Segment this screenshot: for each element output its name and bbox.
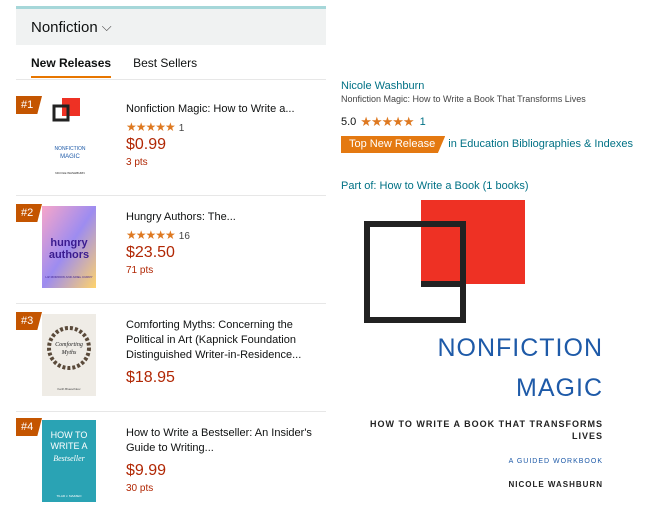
book-cover[interactable]: Comforting Myths Keith Blueschkov — [42, 314, 96, 396]
rank-badge: #1 — [16, 96, 42, 114]
item-price[interactable]: $23.50 — [126, 244, 321, 262]
cover-title-line1: NONFICTION — [437, 334, 603, 362]
item-points: 71 pts — [126, 265, 154, 276]
cover-line2: WRITE A — [50, 441, 87, 451]
cover-author: Keith Blueschkov — [57, 387, 81, 391]
book-detail-panel: Nicole Washburn Nonfiction Magic: How to… — [341, 0, 661, 514]
list-tabs: New Releases Best Sellers — [16, 52, 326, 80]
stars-icon: ★★★★★ — [360, 114, 414, 129]
cover-subtitle: HOW TO WRITE A BOOK THAT TRANSFORMS LIVE… — [370, 419, 603, 441]
top-new-release-badge: Top New Release — [341, 136, 446, 153]
tab-best-sellers[interactable]: Best Sellers — [133, 52, 197, 78]
cover-title-line2: MAGIC — [516, 374, 603, 402]
item-price[interactable]: $0.99 — [126, 136, 321, 154]
cover-workbook-label: A GUIDED WORKBOOK — [508, 458, 603, 465]
item-info: How to Write a Bestseller: An Insider's … — [126, 426, 321, 494]
rank-badge: #3 — [16, 312, 42, 330]
item-title[interactable]: Hungry Authors: The... — [126, 210, 321, 225]
book-cover[interactable]: hungry authors LIZ MORROW AND ARIEL CURR… — [42, 206, 96, 288]
item-info: Nonfiction Magic: How to Write a... ★★★★… — [126, 102, 321, 168]
item-info: Comforting Myths: Concerning the Politic… — [126, 318, 321, 387]
cover-line2: MAGIC — [60, 154, 80, 160]
book-cover[interactable]: HOW TO WRITE A Bestseller TILAR J. MAZZE… — [42, 420, 96, 502]
category-dropdown[interactable]: Nonfiction ⌵ — [16, 9, 326, 45]
top-new-release-row: Top New Release in Education Bibliograph… — [341, 134, 651, 155]
item-title[interactable]: Nonfiction Magic: How to Write a... — [126, 102, 321, 117]
list-item: #2 hungry authors LIZ MORROW AND ARIEL C… — [16, 196, 326, 304]
list-item: #3 Comforting Myths Keith Blueschkov Com… — [16, 304, 326, 412]
detail-subtitle: Nonfiction Magic: How to Write a Book Th… — [341, 94, 586, 104]
detail-rating[interactable]: 5.0 ★★★★★ 1 — [341, 114, 426, 130]
star-rating[interactable]: ★★★★★ 1 — [126, 120, 321, 134]
rank-badge: #4 — [16, 418, 42, 436]
cover-line1: HOW TO — [51, 430, 88, 440]
detail-author-link[interactable]: Nicole Washburn — [341, 80, 424, 92]
rating-count: 1 — [178, 123, 185, 134]
bestseller-list-panel: Nonfiction ⌵ New Releases Best Sellers #… — [16, 0, 326, 514]
series-link[interactable]: Part of: How to Write a Book (1 books) — [341, 180, 528, 192]
item-points: 3 pts — [126, 157, 148, 168]
detail-rating-value: 5.0 — [341, 116, 357, 128]
cover-author: NICOLE WASHBURN — [508, 480, 603, 489]
cover-author: LIZ MORROW AND ARIEL CURRY — [45, 275, 92, 279]
list-item: #4 HOW TO WRITE A Bestseller TILAR J. MA… — [16, 412, 326, 520]
tab-new-releases[interactable]: New Releases — [31, 52, 112, 78]
cover-author: NICOLE WASHBURN — [55, 171, 84, 175]
item-info: Hungry Authors: The... ★★★★★ 16 $23.50 71… — [126, 210, 321, 276]
cover-line3: Bestseller — [53, 454, 85, 463]
rank-badge: #2 — [16, 204, 42, 222]
category-label: Nonfiction — [31, 18, 98, 36]
detail-rating-count: 1 — [419, 116, 426, 128]
item-price[interactable]: $9.99 — [126, 462, 321, 480]
item-title[interactable]: Comforting Myths: Concerning the Politic… — [126, 318, 321, 363]
star-rating[interactable]: ★★★★★ 16 — [126, 228, 321, 242]
stars-icon: ★★★★★ — [126, 120, 176, 134]
list-item: #1 NONFICTION MAGIC NICOLE WASHBURN Nonf… — [16, 88, 326, 196]
large-book-cover[interactable]: NONFICTION MAGIC HOW TO WRITE A BOOK THA… — [363, 196, 603, 489]
cover-line2: authors — [49, 249, 89, 261]
book-cover[interactable]: NONFICTION MAGIC NICOLE WASHBURN — [42, 96, 96, 178]
cover-author: TILAR J. MAZZEO — [56, 494, 82, 498]
rating-count: 16 — [178, 231, 190, 242]
cover-line2: Myths — [61, 350, 77, 356]
item-price[interactable]: $18.95 — [126, 369, 321, 387]
badge-category-link[interactable]: in Education Bibliographies & Indexes — [448, 138, 633, 150]
cover-line1: hungry — [50, 237, 88, 249]
stars-icon: ★★★★★ — [126, 228, 176, 242]
item-title[interactable]: How to Write a Bestseller: An Insider's … — [126, 426, 321, 456]
item-points: 30 pts — [126, 483, 154, 494]
chevron-down-icon: ⌵ — [101, 19, 112, 34]
cover-line1: Comforting — [55, 341, 83, 348]
cover-line1: NONFICTION — [54, 146, 85, 152]
